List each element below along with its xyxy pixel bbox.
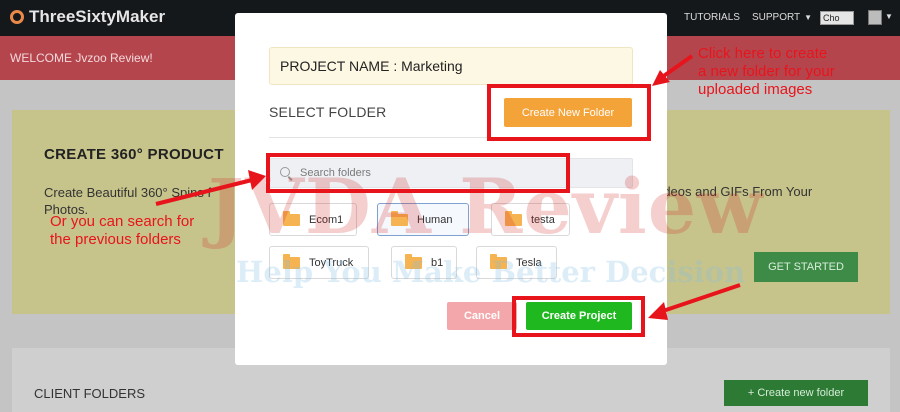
select-folder-heading: SELECT FOLDER [269,104,387,120]
client-folders-title: CLIENT FOLDERS [34,386,146,401]
folder-chip-ecom1[interactable]: Ecom1 [269,203,357,236]
create-new-folder-button[interactable]: + Create new folder [724,380,868,406]
create-folder-annotation: Click here to create a new folder for yo… [698,45,835,99]
folder-chip-label: testa [531,213,555,226]
promo-title: CREATE 360° PRODUCT [44,146,224,163]
annotation-line: uploaded images [698,81,813,98]
annotation-line: Click here to create [698,45,828,62]
folder-icon [283,210,300,226]
avatar-chevron-down-icon[interactable]: ▼ [885,12,893,21]
folder-chip-b1[interactable]: b1 [391,246,457,279]
folder-chip-toytruck[interactable]: ToyTruck [269,246,369,279]
language-select[interactable]: Cho [820,11,854,25]
folder-icon [283,253,300,269]
search-folders-input[interactable] [300,159,620,187]
folder-icon [505,210,522,226]
annotation-line: a new folder for your [698,63,835,80]
cancel-button[interactable]: Cancel [447,302,517,330]
folder-chip-label: b1 [431,256,444,269]
folder-chip-label: Tesla [516,256,542,269]
search-annotation: Or you can search for the previous folde… [50,213,194,249]
nav-tutorials[interactable]: TUTORIALS [684,12,740,23]
welcome-text: WELCOME Jvzoo Review! [10,51,153,65]
annotation-line: Or you can search for [50,213,195,230]
folder-chip-human[interactable]: Human [377,203,469,236]
search-icon [280,167,290,177]
folder-chip-testa[interactable]: testa [491,203,570,236]
nav-support-label: SUPPORT [752,12,801,23]
folder-chip-label: Ecom1 [309,213,344,226]
modal-divider [269,137,633,138]
create-new-folder-modal-button[interactable]: Create New Folder [504,98,632,127]
nav-support[interactable]: SUPPORT ▼ [752,12,812,23]
logo-icon [10,10,24,24]
annotation-line: the previous folders [50,231,181,248]
search-folders-box [269,158,633,188]
folder-chip-label: Human [417,213,453,226]
app-logo[interactable]: ThreeSixtyMaker [10,7,165,27]
chevron-down-icon: ▼ [804,13,813,22]
create-project-modal: PROJECT NAME : Marketing SELECT FOLDER C… [235,13,667,365]
get-started-button[interactable]: GET STARTED [754,252,858,282]
promo-description-right: Videos and GIFs From Your [652,184,813,199]
user-avatar-icon[interactable] [868,10,882,25]
folder-icon [490,253,507,269]
logo-text: ThreeSixtyMaker [29,7,166,26]
folder-icon [405,253,422,269]
folder-icon [391,210,408,226]
folder-chip-tesla[interactable]: Tesla [476,246,557,279]
folder-chip-label: ToyTruck [309,256,354,269]
project-name-field: PROJECT NAME : Marketing [269,47,633,85]
create-project-button[interactable]: Create Project [526,302,632,330]
